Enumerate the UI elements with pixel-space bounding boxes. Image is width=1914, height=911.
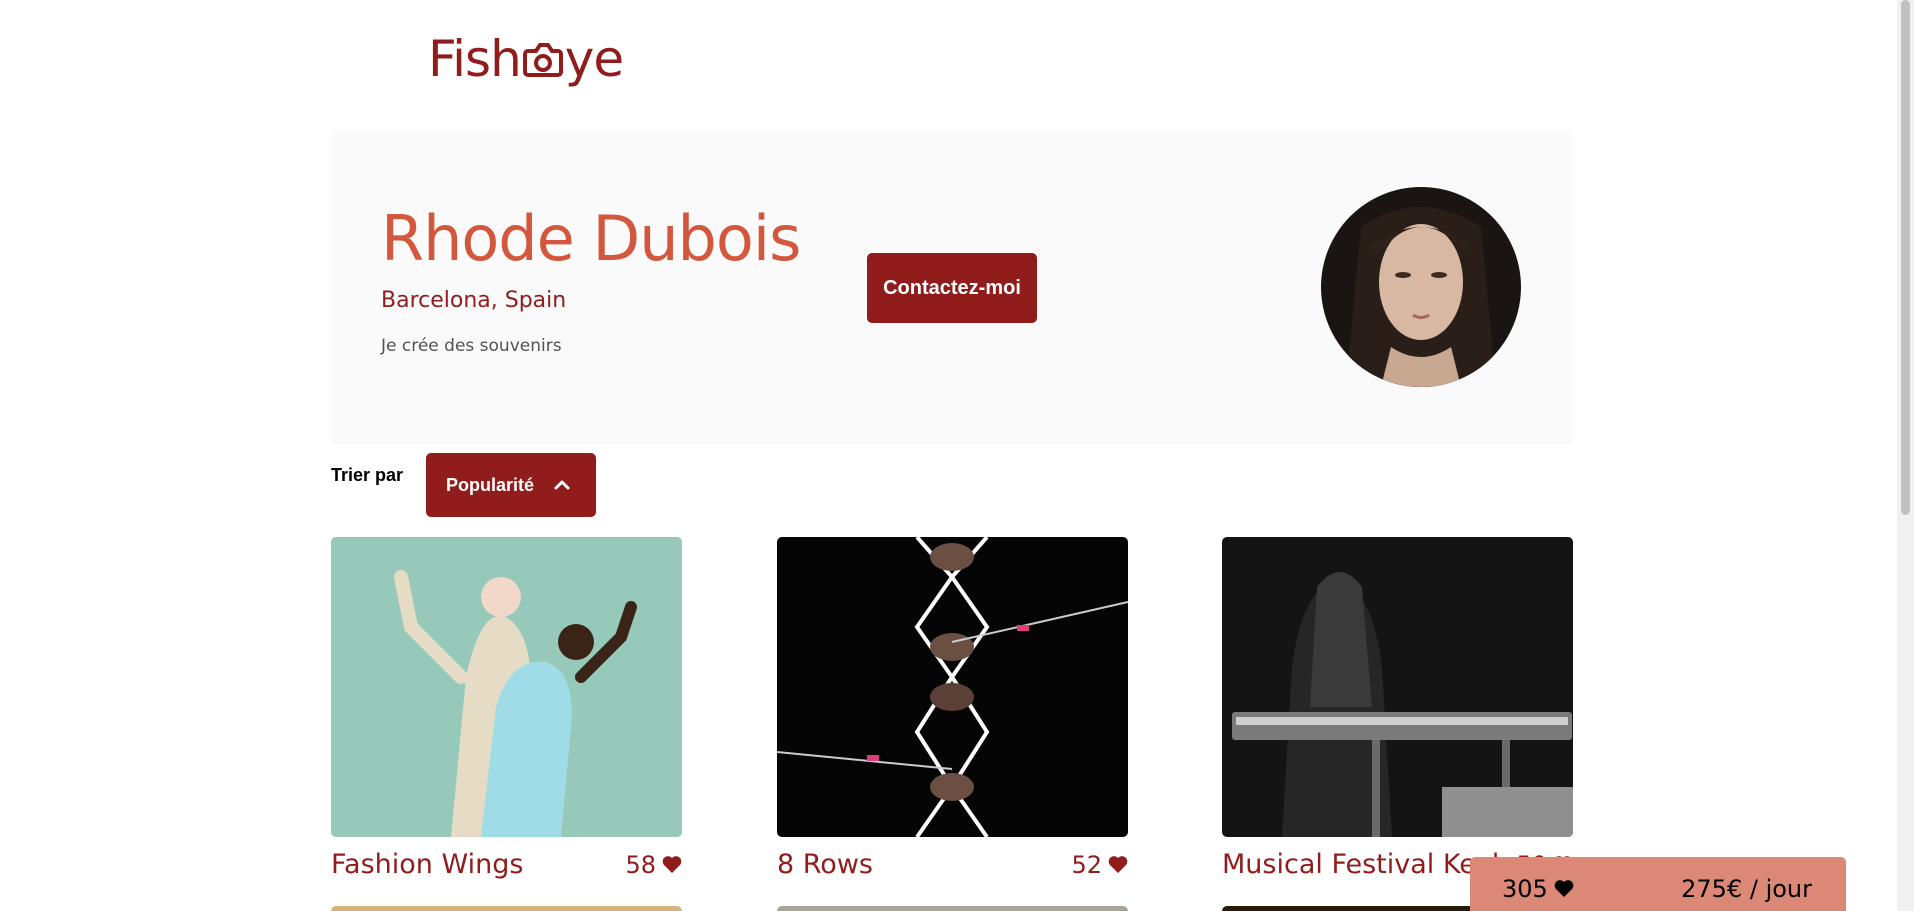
sort-selected-option: Popularité (446, 474, 535, 495)
media-card: 8 Rows 52 (777, 537, 1128, 883)
media-thumbnail[interactable] (331, 537, 682, 837)
media-thumbnail[interactable] (777, 537, 1128, 837)
media-likes-count: 58 (625, 851, 656, 879)
total-likes: 305 (1502, 875, 1574, 903)
photographer-avatar (1321, 187, 1521, 387)
fisheye-logo[interactable]: Fish ye (428, 30, 624, 88)
photographer-tagline: Je crée des souvenirs (381, 336, 562, 356)
media-likes[interactable]: 58 (625, 851, 682, 879)
photographer-location: Barcelona, Spain (381, 288, 567, 313)
photographer-name: Rhode Dubois (381, 202, 801, 275)
heart-icon (1554, 880, 1574, 897)
media-likes[interactable]: 52 (1071, 851, 1128, 879)
media-thumbnail[interactable] (1222, 537, 1573, 837)
scrollbar[interactable] (1897, 0, 1914, 911)
stats-bar: 305 275€ / jour (1470, 857, 1846, 911)
media-thumbnail-next[interactable] (331, 906, 682, 911)
heart-icon (662, 856, 682, 873)
daily-price: 275€ / jour (1681, 875, 1812, 903)
contact-button[interactable]: Contactez-moi (867, 253, 1037, 323)
media-card: Musical Festival Keyb 50 (1222, 537, 1573, 883)
media-title: Musical Festival Keyb (1222, 849, 1509, 880)
sort-label: Trier par (331, 465, 404, 485)
media-title: Fashion Wings (331, 849, 524, 880)
media-card: Fashion Wings 58 (331, 537, 682, 883)
media-thumbnail-next[interactable] (777, 906, 1128, 911)
camera-icon (522, 43, 563, 77)
scrollbar-thumb[interactable] (1901, 0, 1910, 515)
chevron-up-icon (554, 480, 570, 490)
heart-icon (1108, 856, 1128, 873)
logo-text-end: ye (564, 30, 624, 88)
sort-dropdown[interactable]: Popularité (426, 453, 596, 517)
total-likes-count: 305 (1502, 875, 1548, 903)
media-likes-count: 52 (1071, 851, 1102, 879)
photographer-header: Rhode Dubois Barcelona, Spain Je crée de… (332, 130, 1572, 444)
logo-text-start: Fish (428, 30, 522, 88)
media-title: 8 Rows (777, 849, 873, 880)
